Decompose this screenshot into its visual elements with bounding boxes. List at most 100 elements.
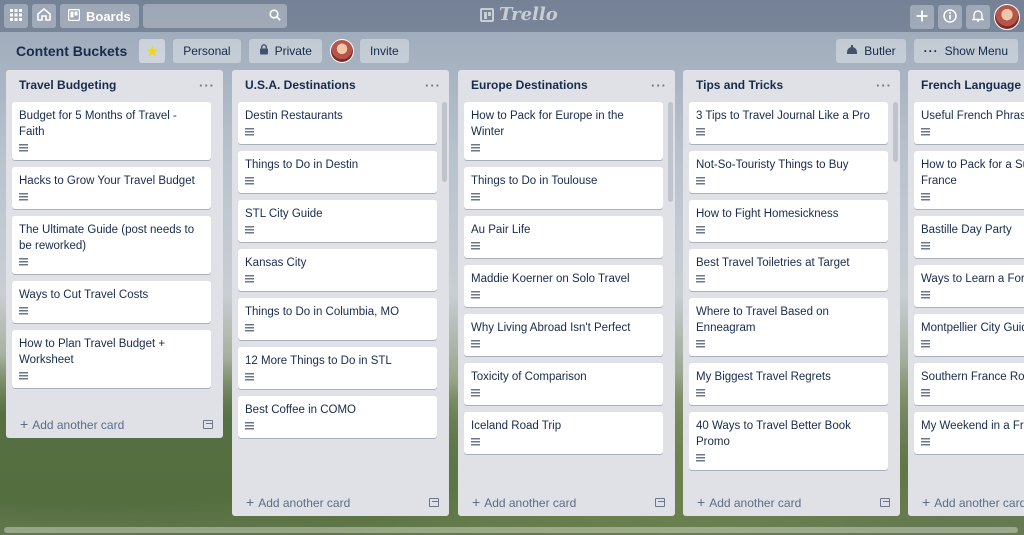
list-title[interactable]: French Language L [921, 78, 1024, 92]
card[interactable]: Best Travel Toiletries at Target [689, 249, 888, 291]
notifications-button[interactable] [966, 5, 990, 29]
card[interactable]: Ways to Learn a Fore [914, 265, 1024, 307]
list-scrollbar[interactable] [893, 102, 898, 162]
list-header[interactable]: French Language L [908, 70, 1024, 100]
description-icon [19, 258, 28, 266]
list-scrollbar[interactable] [668, 102, 673, 202]
description-icon [921, 438, 930, 446]
add-card-button[interactable]: + Add another card [6, 410, 223, 438]
board-title[interactable]: Content Buckets [16, 43, 127, 59]
star-button[interactable]: ★ [139, 39, 166, 63]
butler-button[interactable]: Butler [836, 39, 906, 63]
card-title: Things to Do in Columbia, MO [245, 306, 400, 318]
card[interactable]: Au Pair Life [464, 216, 663, 258]
card-template-icon[interactable] [655, 497, 665, 507]
card[interactable]: Useful French Phras [914, 102, 1024, 144]
description-icon [921, 242, 930, 250]
list-header[interactable]: Travel Budgeting ··· [6, 70, 223, 100]
info-button[interactable] [938, 5, 962, 29]
card[interactable]: Best Coffee in COMO [238, 396, 437, 438]
card[interactable]: My Weekend in a Fre [914, 412, 1024, 454]
card[interactable]: My Biggest Travel Regrets [689, 363, 888, 405]
card[interactable]: How to Pack for Europe in the Winter [464, 102, 663, 160]
list-menu-icon[interactable]: ··· [425, 78, 441, 93]
card-title: Best Coffee in COMO [245, 404, 356, 416]
card[interactable]: Why Living Abroad Isn't Perfect [464, 314, 663, 356]
search-box[interactable] [85, 4, 287, 28]
list-menu-icon[interactable]: ··· [651, 78, 667, 93]
card[interactable]: How to Plan Travel Budget + Worksheet [12, 330, 211, 388]
card[interactable]: Things to Do in Destin [238, 151, 437, 193]
add-card-button[interactable]: + Add another card [458, 488, 675, 516]
top-header: Boards Trello [0, 0, 1024, 32]
card[interactable]: Things to Do in Columbia, MO [238, 298, 437, 340]
list-scrollbar[interactable] [442, 102, 447, 182]
card[interactable]: Southern France Roa [914, 363, 1024, 405]
team-visibility-label: Personal [183, 44, 231, 58]
description-icon [245, 275, 254, 283]
list-header[interactable]: U.S.A. Destinations ··· [232, 70, 449, 100]
card[interactable]: How to Pack for a Su France [914, 151, 1024, 209]
description-icon [696, 128, 705, 136]
card[interactable]: STL City Guide [238, 200, 437, 242]
add-card-label: Add another card [32, 418, 125, 432]
show-menu-button[interactable]: ··· Show Menu [913, 39, 1018, 63]
card[interactable]: Iceland Road Trip [464, 412, 663, 454]
search-input[interactable] [85, 8, 269, 24]
card-template-icon[interactable] [429, 497, 439, 507]
user-avatar[interactable] [994, 4, 1020, 30]
card[interactable]: Kansas City [238, 249, 437, 291]
card[interactable]: Destin Restaurants [238, 102, 437, 144]
card[interactable]: Bastille Day Party [914, 216, 1024, 258]
card[interactable]: Hacks to Grow Your Travel Budget [12, 167, 211, 209]
card[interactable]: Maddie Koerner on Solo Travel [464, 265, 663, 307]
card[interactable]: Montpellier City Guid [914, 314, 1024, 356]
grid-icon [10, 8, 22, 24]
list-tips-and-tricks: Tips and Tricks ··· 3 Tips to Travel Jou… [683, 70, 900, 516]
add-card-button[interactable]: + Add another card [683, 488, 900, 516]
bell-icon [971, 9, 985, 25]
add-card-button[interactable]: + Add another card [908, 488, 1024, 516]
trello-logo-icon [480, 7, 494, 22]
home-button[interactable] [32, 4, 56, 28]
card[interactable]: 12 More Things to Do in STL [238, 347, 437, 389]
card-title: 40 Ways to Travel Better Book Promo [696, 420, 851, 448]
description-icon [921, 340, 930, 348]
list-header[interactable]: Tips and Tricks ··· [683, 70, 900, 100]
card[interactable]: 3 Tips to Travel Journal Like a Pro [689, 102, 888, 144]
create-button[interactable] [910, 5, 934, 29]
description-icon [471, 438, 480, 446]
card[interactable]: How to Fight Homesickness [689, 200, 888, 242]
team-visibility-button[interactable]: Personal [173, 39, 241, 63]
card[interactable]: 40 Ways to Travel Better Book Promo [689, 412, 888, 470]
list-menu-icon[interactable]: ··· [199, 78, 215, 93]
list-menu-icon[interactable]: ··· [876, 78, 892, 93]
trello-logo[interactable]: Trello [480, 4, 558, 25]
list-title[interactable]: Travel Budgeting [19, 78, 116, 92]
board-horizontal-scrollbar[interactable] [4, 527, 1018, 533]
card[interactable]: Where to Travel Based on Enneagram [689, 298, 888, 356]
card-title: Kansas City [245, 257, 307, 269]
list-title[interactable]: Tips and Tricks [696, 78, 783, 92]
card[interactable]: Not-So-Touristy Things to Buy [689, 151, 888, 193]
card-template-icon[interactable] [880, 497, 890, 507]
list-header[interactable]: Europe Destinations ··· [458, 70, 675, 100]
butler-label: Butler [864, 44, 896, 58]
add-card-button[interactable]: + Add another card [232, 488, 449, 516]
invite-button[interactable]: Invite [359, 39, 409, 63]
card[interactable]: Things to Do in Toulouse [464, 167, 663, 209]
list-title[interactable]: Europe Destinations [471, 78, 588, 92]
privacy-button[interactable]: Private [248, 39, 322, 63]
list-title[interactable]: U.S.A. Destinations [245, 78, 356, 92]
apps-button[interactable] [4, 4, 28, 28]
member-avatar[interactable] [329, 39, 354, 63]
search-icon[interactable] [269, 8, 281, 24]
card[interactable]: The Ultimate Guide (post needs to be rew… [12, 216, 211, 274]
description-icon [245, 422, 254, 430]
more-icon: ··· [923, 44, 939, 58]
board-header: Content Buckets ★ Personal Private Invit… [0, 36, 1024, 66]
card[interactable]: Toxicity of Comparison [464, 363, 663, 405]
card[interactable]: Budget for 5 Months of Travel - Faith [12, 102, 211, 160]
card-template-icon[interactable] [203, 419, 213, 429]
card[interactable]: Ways to Cut Travel Costs [12, 281, 211, 323]
